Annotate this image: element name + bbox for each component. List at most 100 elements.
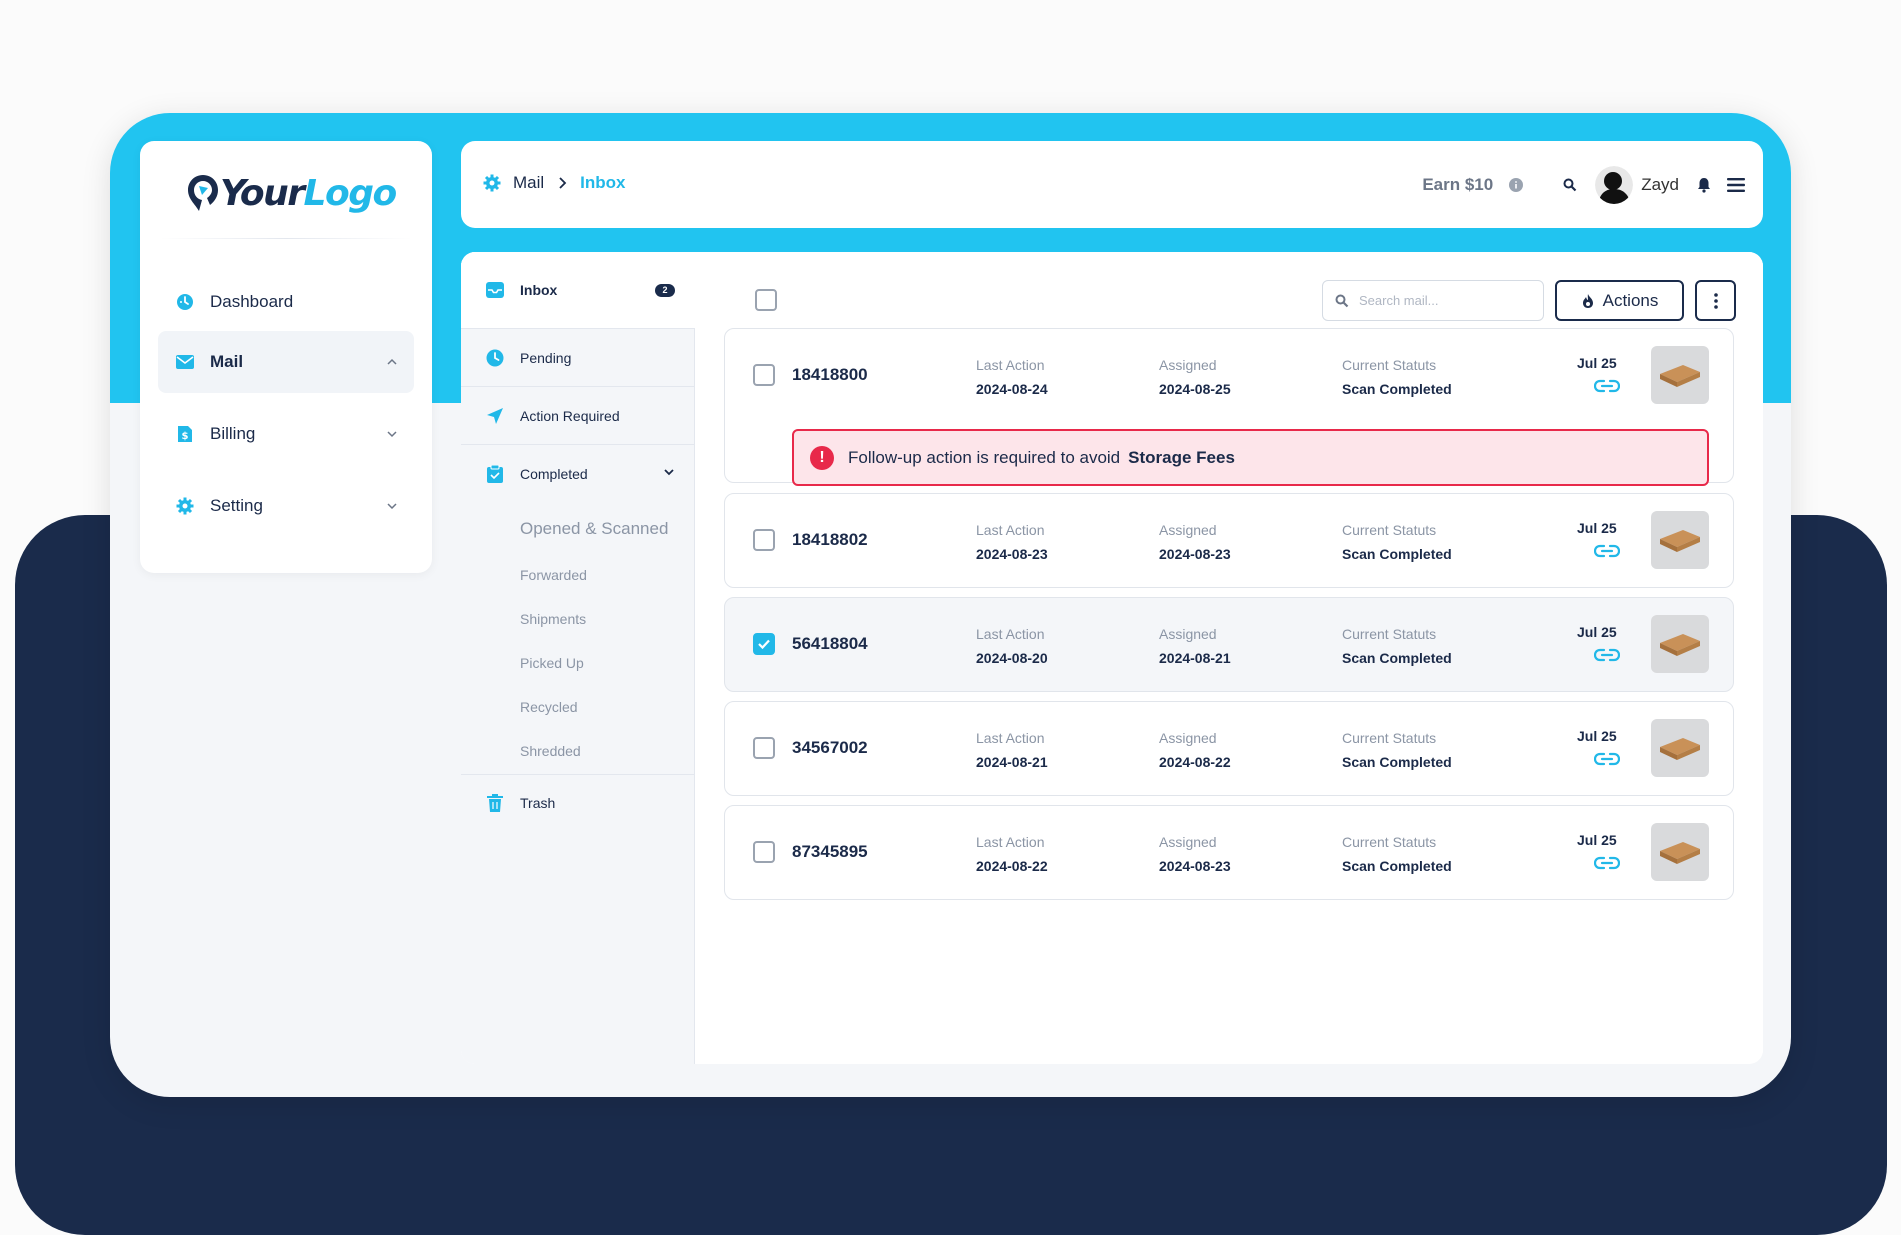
- folder-pending[interactable]: Pending: [461, 329, 695, 386]
- avatar[interactable]: [1595, 166, 1634, 204]
- earn-referral[interactable]: Earn $10: [1422, 175, 1524, 195]
- logo-divider: [160, 238, 412, 239]
- mail-row[interactable]: 18418800 Last Action 2024-08-24 Assigned 202…: [724, 328, 1734, 486]
- breadcrumb-parent[interactable]: Mail: [513, 173, 544, 193]
- sidebar: YourLogo Dashboard Mail $ Billing Settin…: [140, 141, 432, 573]
- status-column: Current Statuts Scan Completed: [1342, 357, 1452, 397]
- folder-label: Action Required: [520, 407, 620, 424]
- subfolder-opened-scanned[interactable]: Opened & Scanned: [520, 519, 668, 539]
- last-action-label: Last Action: [976, 834, 1045, 850]
- folder-inbox[interactable]: Inbox 2: [461, 252, 695, 328]
- link-icon[interactable]: [1593, 543, 1621, 559]
- row-checkbox[interactable]: [753, 364, 775, 386]
- logo-text-part2: Logo: [303, 172, 398, 214]
- sidebar-item-billing[interactable]: $ Billing: [158, 403, 414, 465]
- sidebar-item-label: Setting: [210, 496, 263, 515]
- link-icon[interactable]: [1593, 751, 1621, 767]
- mail-id: 87345895: [792, 842, 868, 861]
- assigned-value: 2024-08-23: [1159, 546, 1231, 562]
- sidebar-item-mail[interactable]: Mail: [158, 331, 414, 393]
- status-label: Current Statuts: [1342, 626, 1437, 642]
- folder-label: Inbox: [520, 282, 558, 298]
- mail-id: 56418804: [792, 634, 868, 653]
- package-thumbnail[interactable]: [1651, 511, 1709, 569]
- bell-icon[interactable]: [1697, 177, 1711, 193]
- folder-label: Trash: [520, 795, 556, 811]
- last-action-column: Last Action 2024-08-22: [976, 834, 1048, 874]
- last-action-label: Last Action: [976, 626, 1045, 642]
- subfolder-forwarded[interactable]: Forwarded: [520, 567, 587, 583]
- last-action-value: 2024-08-23: [976, 546, 1048, 562]
- sidebar-item-label: Dashboard: [210, 292, 294, 311]
- setting-icon: [176, 497, 194, 515]
- more-options-button[interactable]: [1695, 280, 1736, 321]
- folder-action-required[interactable]: Action Required: [461, 387, 695, 444]
- package-thumbnail[interactable]: [1651, 823, 1709, 881]
- folder-completed[interactable]: Completed: [461, 445, 695, 502]
- mail-date: Jul 25: [1577, 728, 1617, 744]
- search-icon[interactable]: [1563, 178, 1577, 192]
- select-all-checkbox[interactable]: [755, 289, 777, 311]
- subfolder-recycled[interactable]: Recycled: [520, 699, 578, 715]
- package-thumbnail[interactable]: [1651, 719, 1709, 777]
- search-input[interactable]: [1359, 293, 1529, 308]
- link-icon[interactable]: [1593, 378, 1621, 394]
- mail-date: Jul 25: [1577, 832, 1617, 848]
- actions-label: Actions: [1602, 290, 1659, 310]
- row-checkbox[interactable]: [753, 841, 775, 863]
- search-box[interactable]: [1322, 280, 1544, 321]
- last-action-label: Last Action: [976, 730, 1045, 746]
- alert-text: Follow-up action is required to avoid: [848, 447, 1121, 467]
- mail-row[interactable]: 18418802 Last Action 2024-08-23 Assigned 202…: [724, 493, 1734, 588]
- mail-date: Jul 25: [1577, 624, 1617, 640]
- last-action-column: Last Action 2024-08-21: [976, 730, 1048, 770]
- svg-text:$: $: [182, 431, 189, 442]
- link-icon[interactable]: [1593, 855, 1621, 871]
- gear-icon: [483, 174, 501, 192]
- assigned-label: Assigned: [1159, 626, 1217, 642]
- storage-fee-alert: ! Follow-up action is required to avoid St…: [792, 429, 1709, 486]
- sidebar-item-setting[interactable]: Setting: [158, 475, 414, 537]
- row-checkbox[interactable]: [753, 737, 775, 759]
- sidebar-item-dashboard[interactable]: Dashboard: [158, 271, 414, 333]
- unread-count-badge: 2: [655, 284, 675, 297]
- subfolder-picked-up[interactable]: Picked Up: [520, 655, 584, 671]
- mail-list-area: Actions 18418800 Last Action 2024-08-24 Ass…: [695, 252, 1763, 1064]
- folder-trash[interactable]: Trash: [461, 775, 695, 831]
- logo-text: YourLogo: [220, 172, 398, 214]
- logo-mark-icon: [188, 175, 218, 211]
- breadcrumb-current: Inbox: [580, 173, 626, 192]
- assigned-label: Assigned: [1159, 522, 1217, 538]
- mail-row[interactable]: 34567002 Last Action 2024-08-21 Assigned 202…: [724, 701, 1734, 796]
- last-action-column: Last Action 2024-08-23: [976, 522, 1048, 562]
- folder-label: Completed: [520, 465, 588, 482]
- sidebar-item-label: Billing: [210, 424, 256, 443]
- row-checkbox[interactable]: [753, 633, 775, 655]
- billing-icon: $: [176, 425, 194, 443]
- last-action-value: 2024-08-24: [976, 381, 1048, 397]
- mail-id: 18418800: [792, 365, 868, 384]
- send-icon: [486, 407, 504, 425]
- logo[interactable]: YourLogo: [186, 165, 398, 221]
- package-thumbnail[interactable]: [1651, 615, 1709, 673]
- menu-icon[interactable]: [1727, 177, 1745, 193]
- status-label: Current Statuts: [1342, 834, 1437, 850]
- inbox-icon: [486, 281, 504, 299]
- status-value: Scan Completed: [1342, 381, 1452, 397]
- dashboard-icon: [176, 293, 194, 311]
- link-icon[interactable]: [1593, 647, 1621, 663]
- mail-row[interactable]: 56418804 Last Action 2024-08-20 Assigned 202…: [724, 597, 1734, 692]
- package-thumbnail[interactable]: [1651, 346, 1709, 404]
- row-checkbox[interactable]: [753, 529, 775, 551]
- status-column: Current Statuts Scan Completed: [1342, 626, 1452, 666]
- assigned-value: 2024-08-21: [1159, 650, 1231, 666]
- mail-row[interactable]: 87345895 Last Action 2024-08-22 Assigned 202…: [724, 805, 1734, 900]
- assigned-label: Assigned: [1159, 834, 1217, 850]
- info-icon[interactable]: [1509, 178, 1524, 192]
- logo-text-part1: Your: [220, 172, 305, 214]
- subfolder-shredded[interactable]: Shredded: [520, 743, 581, 759]
- subfolder-shipments[interactable]: Shipments: [520, 611, 586, 627]
- actions-button[interactable]: Actions: [1555, 280, 1684, 321]
- status-value: Scan Completed: [1342, 650, 1452, 666]
- user-name[interactable]: Zayd: [1641, 175, 1679, 195]
